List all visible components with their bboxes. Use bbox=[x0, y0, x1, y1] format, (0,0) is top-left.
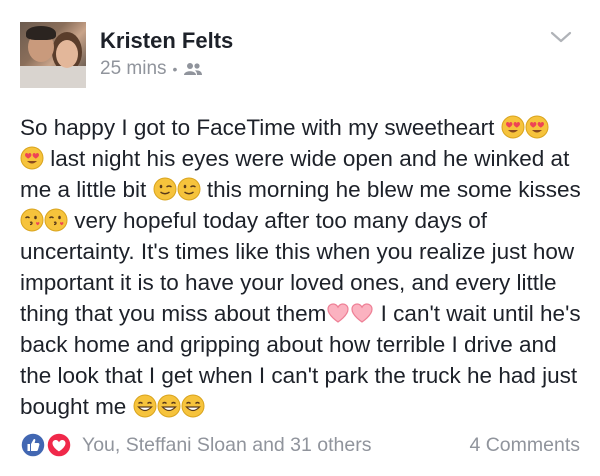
grin-emoji-icon bbox=[133, 394, 157, 418]
like-icon bbox=[20, 432, 46, 458]
kiss-emoji-icon bbox=[20, 208, 44, 232]
pink-heart-emoji-icon bbox=[351, 303, 374, 323]
wink-emoji-icon bbox=[177, 177, 201, 201]
reaction-names[interactable]: You, Steffani Sloan and 31 others bbox=[82, 434, 371, 457]
meta-separator: • bbox=[172, 61, 178, 77]
pink-heart-emoji-icon bbox=[327, 303, 350, 323]
grin-emoji-icon bbox=[157, 394, 181, 418]
post-text-part: this morning he blew me some kisses bbox=[200, 177, 581, 202]
heart-eyes-emoji-icon bbox=[501, 115, 525, 139]
friends-icon[interactable] bbox=[183, 62, 203, 76]
post-text-part: So happy I got to FaceTime with my sweet… bbox=[20, 115, 501, 140]
author-name[interactable]: Kristen Felts bbox=[100, 28, 233, 54]
reaction-icons[interactable] bbox=[20, 432, 76, 458]
post-header: Kristen Felts 25 mins • bbox=[20, 22, 580, 94]
heart-eyes-emoji-icon bbox=[525, 115, 549, 139]
facebook-post: Kristen Felts 25 mins • So happy I got t… bbox=[0, 0, 600, 476]
love-icon bbox=[46, 432, 72, 458]
author-avatar[interactable] bbox=[20, 22, 86, 88]
post-text: So happy I got to FaceTime with my sweet… bbox=[20, 112, 585, 422]
heart-eyes-emoji-icon bbox=[20, 146, 44, 170]
kiss-emoji-icon bbox=[44, 208, 68, 232]
post-meta: 25 mins • bbox=[100, 58, 203, 80]
wink-emoji-icon bbox=[153, 177, 177, 201]
comments-count[interactable]: 4 Comments bbox=[469, 434, 580, 457]
reactions-bar: You, Steffani Sloan and 31 others 4 Comm… bbox=[20, 430, 580, 460]
post-timestamp[interactable]: 25 mins bbox=[100, 58, 167, 80]
grin-emoji-icon bbox=[181, 394, 205, 418]
chevron-down-icon[interactable] bbox=[550, 30, 572, 44]
